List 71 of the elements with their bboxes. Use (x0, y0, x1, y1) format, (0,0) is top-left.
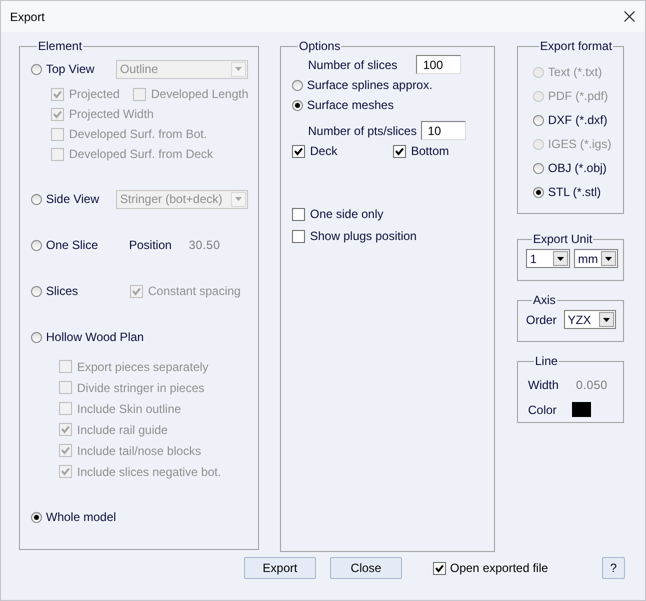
radio-option[interactable]: Whole model (31, 510, 116, 524)
field-label: Width (528, 378, 560, 392)
checkmark-icon (53, 90, 62, 98)
checkmark-icon (61, 446, 70, 455)
field-label: Position (129, 238, 172, 252)
caret-icon (557, 256, 564, 260)
checkbox[interactable] (292, 230, 305, 242)
group-title: Line (534, 354, 559, 368)
radio-option[interactable]: Surface splines approx. (292, 78, 432, 92)
radio-icon[interactable] (31, 194, 42, 204)
caret-icon (602, 318, 610, 322)
radio-icon[interactable] (533, 114, 544, 126)
radio-option[interactable]: Surface meshes (292, 98, 394, 112)
radio-option[interactable]: Side View (31, 192, 116, 206)
dialog-button[interactable]: Export (244, 557, 316, 579)
group-title: Export Unit (532, 232, 594, 246)
radio-option[interactable]: STL (*.stl) (533, 185, 601, 199)
checkbox-option[interactable]: Deck (292, 144, 393, 158)
dropdown[interactable]: 1 (526, 249, 570, 268)
radio-icon[interactable] (31, 64, 42, 74)
radio-option[interactable]: DXF (*.dxf) (533, 113, 608, 127)
number-field[interactable]: 10 (420, 121, 466, 140)
checkbox-option[interactable]: Bottom (393, 144, 494, 158)
checkmark-icon (294, 146, 303, 156)
group-title: Export format (539, 39, 614, 53)
group-title: Element (37, 39, 84, 53)
number-field[interactable]: 100 (416, 55, 461, 74)
radio-icon[interactable] (31, 286, 42, 296)
color-swatch[interactable] (572, 402, 591, 417)
checkbox[interactable] (292, 144, 305, 158)
caret-icon (235, 197, 242, 201)
help-button[interactable]: ? (602, 557, 625, 579)
radio-option[interactable]: Hollow Wood Plan (31, 330, 144, 344)
radio-icon[interactable] (31, 512, 42, 522)
field-value: 0.050 (576, 378, 608, 392)
field-label: Number of pts/slices (307, 124, 418, 138)
radio-icon[interactable] (533, 186, 544, 198)
checkbox-option[interactable]: Show plugs position (292, 229, 417, 243)
checkbox-option[interactable]: Open exported file (433, 561, 548, 575)
dropdown[interactable]: YZX (564, 310, 616, 329)
checkmark-icon (395, 146, 404, 156)
checkmark-icon (61, 467, 70, 476)
checkbox[interactable] (433, 562, 446, 574)
radio-option[interactable]: Slices (31, 284, 116, 298)
radio-icon[interactable] (31, 240, 42, 250)
caret-icon (235, 67, 242, 71)
field-label: Color (528, 402, 558, 416)
checkmark-icon (53, 110, 62, 118)
radio-icon[interactable] (533, 162, 544, 174)
radio-option[interactable]: One Slice (31, 238, 116, 252)
radio-icon[interactable] (31, 332, 42, 342)
caret-icon (605, 256, 612, 260)
radio-option[interactable]: OBJ (*.obj) (533, 161, 607, 175)
close-icon (624, 11, 634, 22)
checkmark-icon (435, 564, 444, 572)
field-value: 30.50 (188, 238, 220, 252)
checkmark-icon (61, 425, 70, 434)
radio-option[interactable]: Top View (31, 62, 116, 76)
radio-icon[interactable] (292, 80, 303, 90)
checkbox[interactable] (393, 144, 406, 158)
checkbox-option[interactable]: One side only (292, 207, 384, 221)
field-label: Number of slices (307, 58, 398, 72)
checkmark-icon (132, 286, 141, 296)
window-title: Export (10, 10, 45, 24)
dropdown[interactable]: mm (574, 249, 618, 268)
checkbox[interactable] (292, 208, 305, 220)
group-title: Options (298, 39, 342, 53)
field-label: Order (526, 312, 557, 326)
radio-icon[interactable] (292, 100, 303, 110)
group-title: Axis (532, 293, 557, 307)
dialog-button[interactable]: Close (330, 557, 402, 579)
